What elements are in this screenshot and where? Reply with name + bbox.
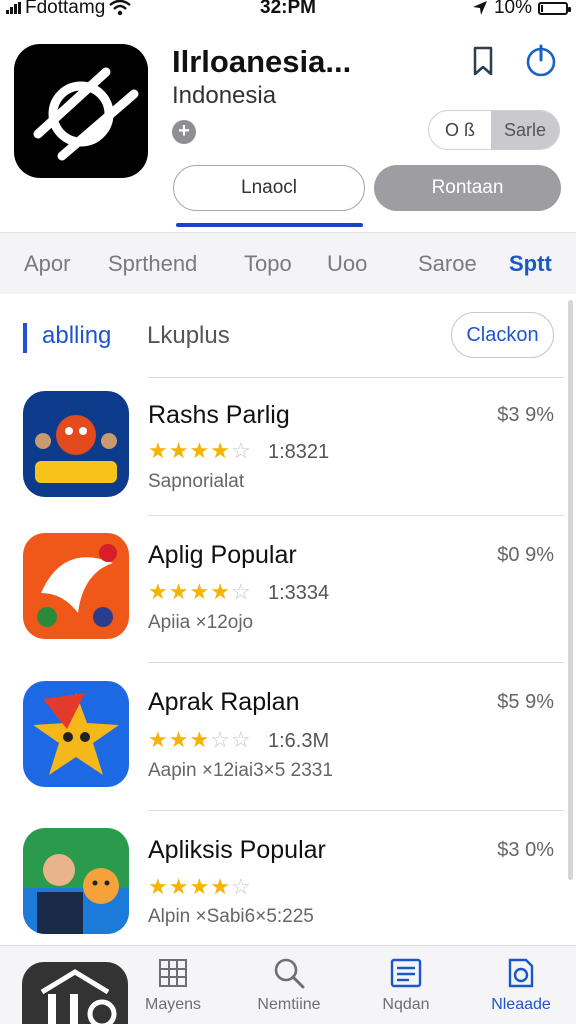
tabbar-item-1[interactable]: Mayens (118, 946, 228, 1024)
divider (148, 377, 564, 378)
segmented-control[interactable]: O ß Sarle (428, 110, 560, 150)
star-icon: ☆ (230, 579, 252, 604)
category-tabs: Apor Sprthend Topo Uoo Saroe Sptt (0, 232, 576, 296)
row-name-3[interactable]: Aprak Raplan (148, 688, 299, 717)
row-icon-4[interactable] (23, 828, 129, 934)
add-icon[interactable]: + (172, 120, 196, 144)
row-count-1: 1:8321 (268, 441, 330, 463)
row-rating-1: ★★★★☆ (148, 438, 252, 464)
row-rating-4: ★★★★☆ (148, 874, 252, 900)
row-count-2: 1:3334 (268, 582, 330, 604)
status-bar: Fdottamg 32:PM 10% (0, 0, 576, 22)
divider (148, 515, 564, 516)
signal-icon (6, 2, 21, 14)
row-price-3: $5 9% (497, 691, 554, 713)
divider (148, 810, 564, 811)
segment-right[interactable]: Sarle (491, 111, 559, 149)
row-count-3: 1:6.3M (268, 730, 330, 752)
star-icon: ★ (210, 874, 231, 899)
battery-icon (538, 1, 571, 15)
section-accent (23, 323, 27, 353)
scrollbar[interactable] (568, 300, 573, 880)
row-name-2[interactable]: Aplig Popular (148, 541, 297, 570)
star-icon: ★ (168, 874, 190, 899)
clock: 32:PM (260, 0, 316, 18)
row-icon-3[interactable] (23, 681, 129, 787)
tabbar-label-1: Mayens (144, 996, 202, 1013)
carrier-label: Fdottamg (25, 0, 106, 18)
power-icon[interactable] (524, 44, 558, 78)
section-subtitle: Lkuplus (147, 322, 230, 349)
section-title: ablling (42, 322, 112, 349)
row-price-2: $0 9% (497, 544, 554, 566)
star-icon: ★ (189, 438, 211, 463)
tab-3[interactable]: Topo (244, 251, 292, 277)
download-icon (508, 958, 534, 988)
row-icon-2[interactable] (23, 533, 129, 639)
star-icon: ★ (168, 438, 190, 463)
star-icon: ☆ (230, 727, 252, 752)
star-icon: ☆ (230, 874, 252, 899)
bookmark-icon[interactable] (466, 44, 500, 78)
selection-underline (176, 223, 363, 227)
star-icon: ★ (148, 438, 169, 463)
tab-4[interactable]: Uoo (327, 251, 367, 277)
divider (148, 662, 564, 663)
wifi-icon (109, 0, 132, 16)
app-title: Ilrloanesia... (172, 44, 352, 79)
tab-2[interactable]: Sprthend (108, 251, 197, 277)
row-rating-3: ★★★☆☆ (148, 727, 252, 753)
tabbar-item-4[interactable]: Nleaade (466, 946, 576, 1024)
segment-left[interactable]: O ß (429, 111, 491, 149)
star-icon: ★ (210, 438, 231, 463)
app-subtitle: Indonesia (172, 82, 277, 109)
battery-fill (541, 4, 543, 12)
row-price-1: $3 9% (497, 404, 554, 426)
row-meta-4: Alpin ×Sabi6×5:225 (148, 906, 314, 927)
star-icon: ★ (148, 874, 169, 899)
row-name-4[interactable]: Apliksis Popular (148, 836, 326, 865)
row-icon-1[interactable] (23, 391, 129, 497)
grid-icon (159, 959, 187, 987)
section-button[interactable]: Clackon (451, 312, 554, 358)
filled-button[interactable]: Rontaan (374, 165, 561, 211)
star-icon: ★ (148, 579, 169, 604)
battery-percent: 10% (493, 0, 532, 18)
tab-1[interactable]: Apor (24, 251, 70, 277)
star-icon: ★ (168, 579, 190, 604)
row-meta-2: Apiia ×12ojo (148, 612, 254, 633)
row-name-1[interactable]: Rashs Parlig (148, 401, 290, 430)
star-icon: ☆ (230, 438, 252, 463)
row-meta-3: Aapin ×12iai3×5 2331 (148, 760, 333, 781)
star-icon: ★ (148, 727, 169, 752)
tabbar-label-3: Nqdan (382, 996, 430, 1013)
app-icon (14, 44, 148, 178)
app-thumbnail[interactable] (22, 962, 128, 1029)
row-rating-2: ★★★★☆ (148, 579, 252, 605)
star-icon: ★ (210, 579, 231, 604)
tabbar-item-2[interactable]: Nemtiine (234, 946, 344, 1024)
tab-5[interactable]: Saroe (418, 251, 477, 277)
row-price-4: $3 0% (497, 839, 554, 861)
list-icon (390, 958, 422, 988)
tabbar-item-3[interactable]: Nqdan (351, 946, 461, 1024)
tab-6[interactable]: Sptt (509, 251, 552, 277)
tabbar-label-2: Nemtiine (257, 996, 321, 1013)
location-icon (472, 1, 487, 15)
star-icon: ☆ (210, 727, 231, 752)
star-icon: ★ (189, 727, 211, 752)
tabbar-label-4: Nleaade (491, 996, 551, 1013)
star-icon: ★ (189, 579, 211, 604)
star-icon: ★ (168, 727, 190, 752)
star-icon: ★ (189, 874, 211, 899)
row-meta-1: Sapnorialat (148, 471, 245, 492)
outline-button[interactable]: Lnaocl (173, 165, 365, 211)
search-icon (274, 958, 305, 989)
